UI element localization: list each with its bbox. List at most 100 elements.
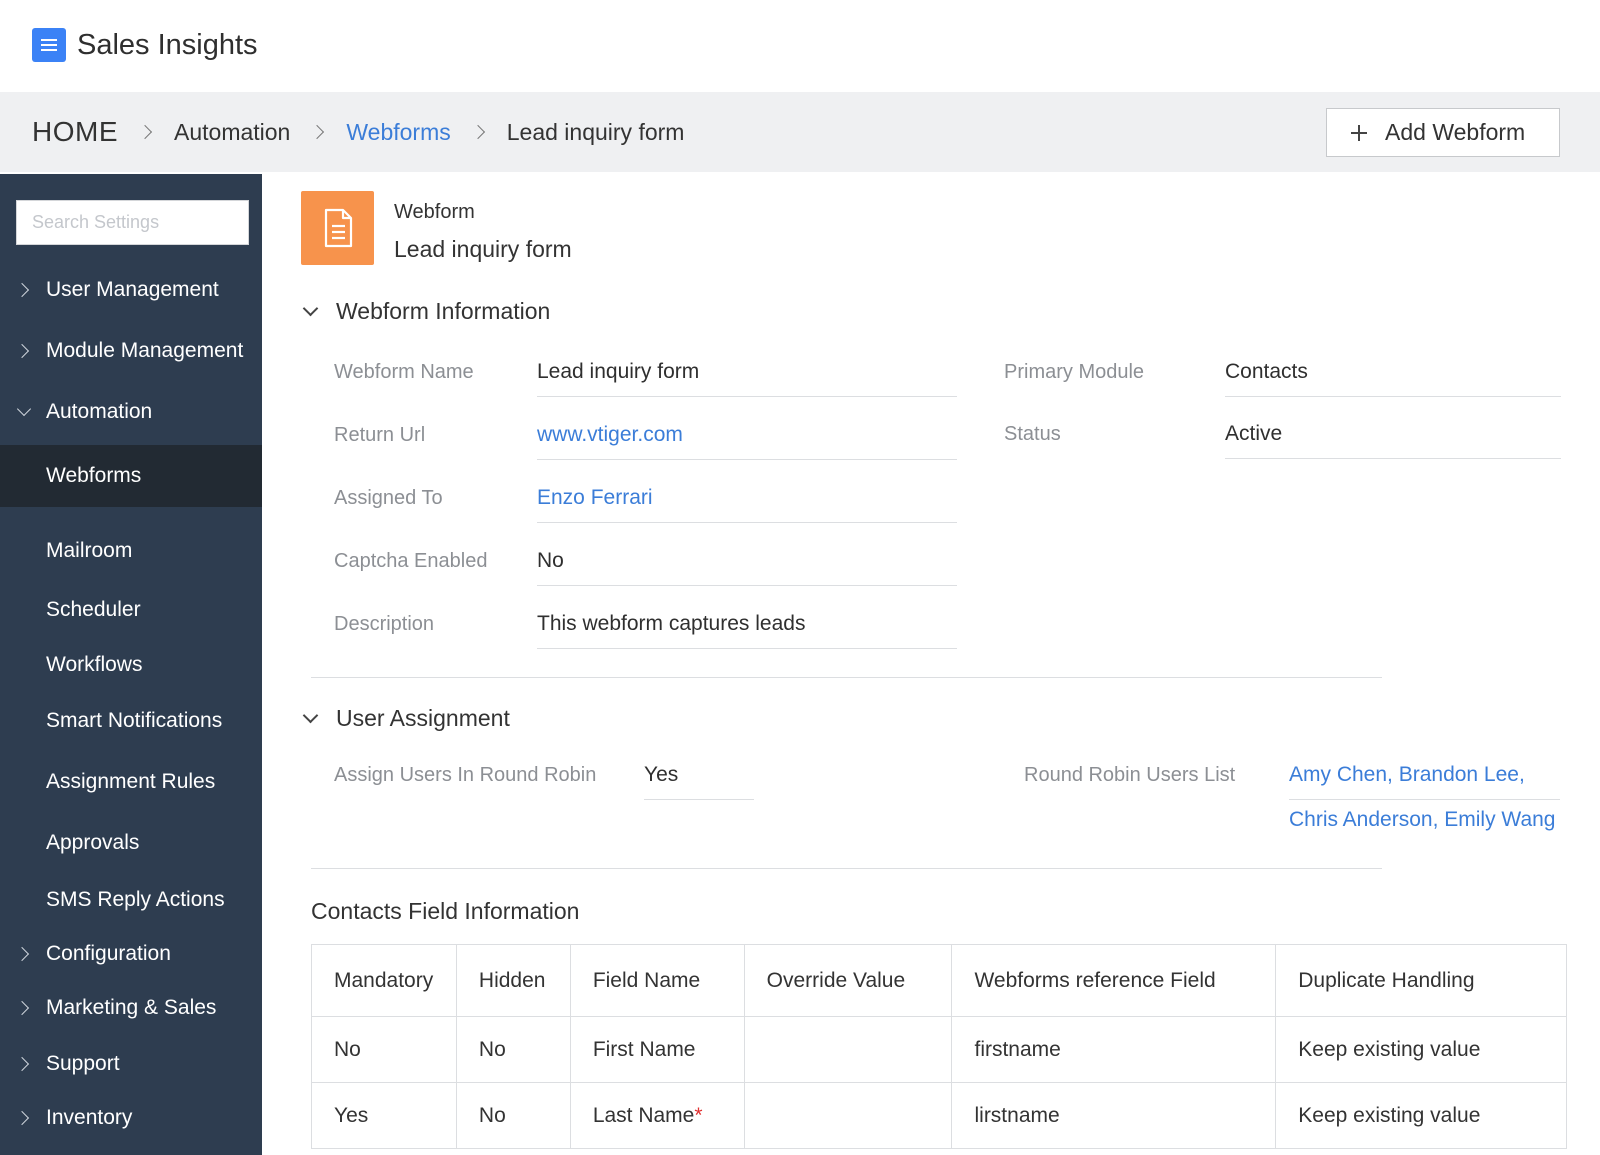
sidebar-item-mailroom[interactable]: Mailroom — [0, 523, 262, 579]
reference-field-cell: firstname — [951, 1016, 1277, 1083]
chevron-down-icon — [16, 401, 32, 417]
status-label: Status — [1004, 423, 1061, 445]
primary-module-value: Contacts — [1225, 360, 1561, 397]
section-divider — [311, 677, 1382, 678]
sidebar-item-label: Module Management — [46, 339, 244, 362]
sidebar-item-label: SMS Reply Actions — [46, 888, 225, 911]
sidebar-item-label: Configuration — [46, 942, 171, 965]
round-robin-users-line2[interactable]: Chris Anderson, Emily Wang — [1289, 808, 1556, 832]
round-robin-users-line1[interactable]: Amy Chen, Brandon Lee, — [1289, 763, 1560, 800]
sidebar-item-approvals[interactable]: Approvals — [0, 815, 262, 871]
sidebar-item-workflows[interactable]: Workflows — [0, 637, 262, 693]
column-header: Webforms reference Field — [951, 944, 1277, 1017]
breadcrumb-automation[interactable]: Automation — [174, 119, 290, 146]
chevron-right-icon — [14, 1000, 30, 1016]
chevron-right-icon — [470, 124, 485, 140]
description-value: This webform captures leads — [537, 612, 957, 649]
field-name-cell: Last Name* — [569, 1082, 745, 1149]
assigned-to-label: Assigned To — [334, 487, 443, 509]
sidebar-item-label: Assignment Rules — [46, 770, 216, 793]
column-header: Duplicate Handling — [1275, 944, 1567, 1017]
settings-sidebar: User Management Module Management Automa… — [0, 174, 262, 1155]
description-label: Description — [334, 613, 435, 635]
duplicate-handling-cell: Keep existing value — [1275, 1082, 1567, 1149]
contacts-field-heading: Contacts Field Information — [311, 898, 580, 924]
sidebar-item-inventory[interactable]: Inventory — [0, 1090, 262, 1146]
sidebar-item-label: Inventory — [46, 1106, 133, 1129]
sidebar-item-label: Automation — [46, 400, 153, 423]
sidebar-item-scheduler[interactable]: Scheduler — [0, 582, 262, 638]
document-icon — [301, 191, 374, 265]
app-title: Sales Insights — [77, 29, 258, 61]
app-header: Sales Insights — [0, 0, 1600, 92]
search-settings-input[interactable] — [16, 200, 249, 245]
sidebar-item-label: Scheduler — [46, 598, 141, 621]
column-header: Field Name — [569, 944, 745, 1017]
sidebar-item-label: Marketing & Sales — [46, 996, 217, 1019]
field-name-cell: First Name — [569, 1016, 745, 1083]
section-divider — [311, 868, 1382, 869]
sidebar-item-label: Smart Notifications — [46, 709, 223, 732]
contacts-field-table: Mandatory Hidden Field Name Override Val… — [311, 944, 1567, 1149]
section-webform-information[interactable]: Webform Information — [301, 298, 550, 325]
breadcrumb-webforms[interactable]: Webforms — [346, 119, 450, 146]
mandatory-cell: Yes — [311, 1082, 457, 1149]
column-header: Hidden — [455, 944, 571, 1017]
chevron-right-icon — [137, 124, 153, 140]
breadcrumb-home[interactable]: HOME — [32, 116, 118, 148]
record-title: Lead inquiry form — [394, 236, 572, 262]
round-robin-label: Assign Users In Round Robin — [334, 764, 597, 786]
sidebar-item-user-management[interactable]: User Management — [0, 262, 262, 318]
table-row: Yes No Last Name* lirstname Keep existin… — [311, 1082, 1567, 1149]
hidden-cell: No — [455, 1016, 571, 1083]
webform-name-label: Webform Name — [334, 361, 474, 383]
override-value-cell — [743, 1016, 953, 1083]
breadcrumb-current: Lead inquiry form — [506, 118, 685, 145]
chevron-right-icon — [310, 124, 325, 140]
breadcrumb: HOME Automation Webforms Lead inquiry fo… — [32, 114, 684, 150]
sidebar-item-label: Approvals — [46, 831, 140, 854]
chevron-right-icon — [14, 946, 30, 962]
section-user-assignment[interactable]: User Assignment — [301, 705, 510, 732]
sidebar-item-automation[interactable]: Automation — [0, 384, 262, 440]
sidebar-item-label: User Management — [46, 278, 219, 301]
sidebar-item-smart-notifications[interactable]: Smart Notifications — [0, 693, 262, 749]
round-robin-value: Yes — [644, 763, 754, 800]
field-name-text: Last Name — [592, 1103, 695, 1127]
sidebar-item-support[interactable]: Support — [0, 1036, 262, 1092]
add-webform-button[interactable]: Add Webform — [1326, 108, 1560, 157]
assigned-to-link[interactable]: Enzo Ferrari — [537, 486, 957, 523]
captcha-enabled-value: No — [537, 549, 957, 586]
table-header-row: Mandatory Hidden Field Name Override Val… — [311, 944, 1567, 1017]
column-header: Override Value — [743, 944, 953, 1017]
return-url-link[interactable]: www.vtiger.com — [537, 423, 957, 460]
sidebar-item-label: Support — [46, 1052, 120, 1075]
sidebar-item-assignment-rules[interactable]: Assignment Rules — [0, 754, 262, 810]
chevron-right-icon — [14, 1056, 30, 1072]
sidebar-item-sms-reply-actions[interactable]: SMS Reply Actions — [0, 872, 262, 928]
section-heading: Webform Information — [336, 298, 551, 324]
round-robin-users-label: Round Robin Users List — [1024, 764, 1236, 786]
captcha-enabled-label: Captcha Enabled — [334, 550, 488, 572]
reference-field-cell: lirstname — [951, 1082, 1277, 1149]
sidebar-item-module-management[interactable]: Module Management — [0, 323, 262, 379]
sidebar-item-webforms[interactable]: Webforms — [0, 445, 262, 507]
sidebar-item-label: Mailroom — [46, 539, 133, 562]
chevron-right-icon — [14, 1110, 30, 1126]
sidebar-item-marketing-sales[interactable]: Marketing & Sales — [0, 980, 262, 1036]
chevron-down-icon — [302, 707, 319, 724]
mandatory-cell: No — [311, 1016, 457, 1083]
chevron-down-icon — [302, 300, 319, 317]
sidebar-item-configuration[interactable]: Configuration — [0, 926, 262, 982]
record-type: Webform — [394, 201, 475, 223]
webform-name-value: Lead inquiry form — [537, 360, 957, 397]
chevron-right-icon — [14, 343, 30, 359]
required-marker: * — [694, 1103, 703, 1127]
primary-module-label: Primary Module — [1004, 361, 1145, 383]
hidden-cell: No — [455, 1082, 571, 1149]
add-webform-label: Add Webform — [1385, 119, 1526, 145]
sidebar-item-label: Webforms — [46, 464, 142, 487]
override-value-cell — [743, 1082, 953, 1149]
list-document-icon — [32, 28, 66, 62]
duplicate-handling-cell: Keep existing value — [1275, 1016, 1567, 1083]
